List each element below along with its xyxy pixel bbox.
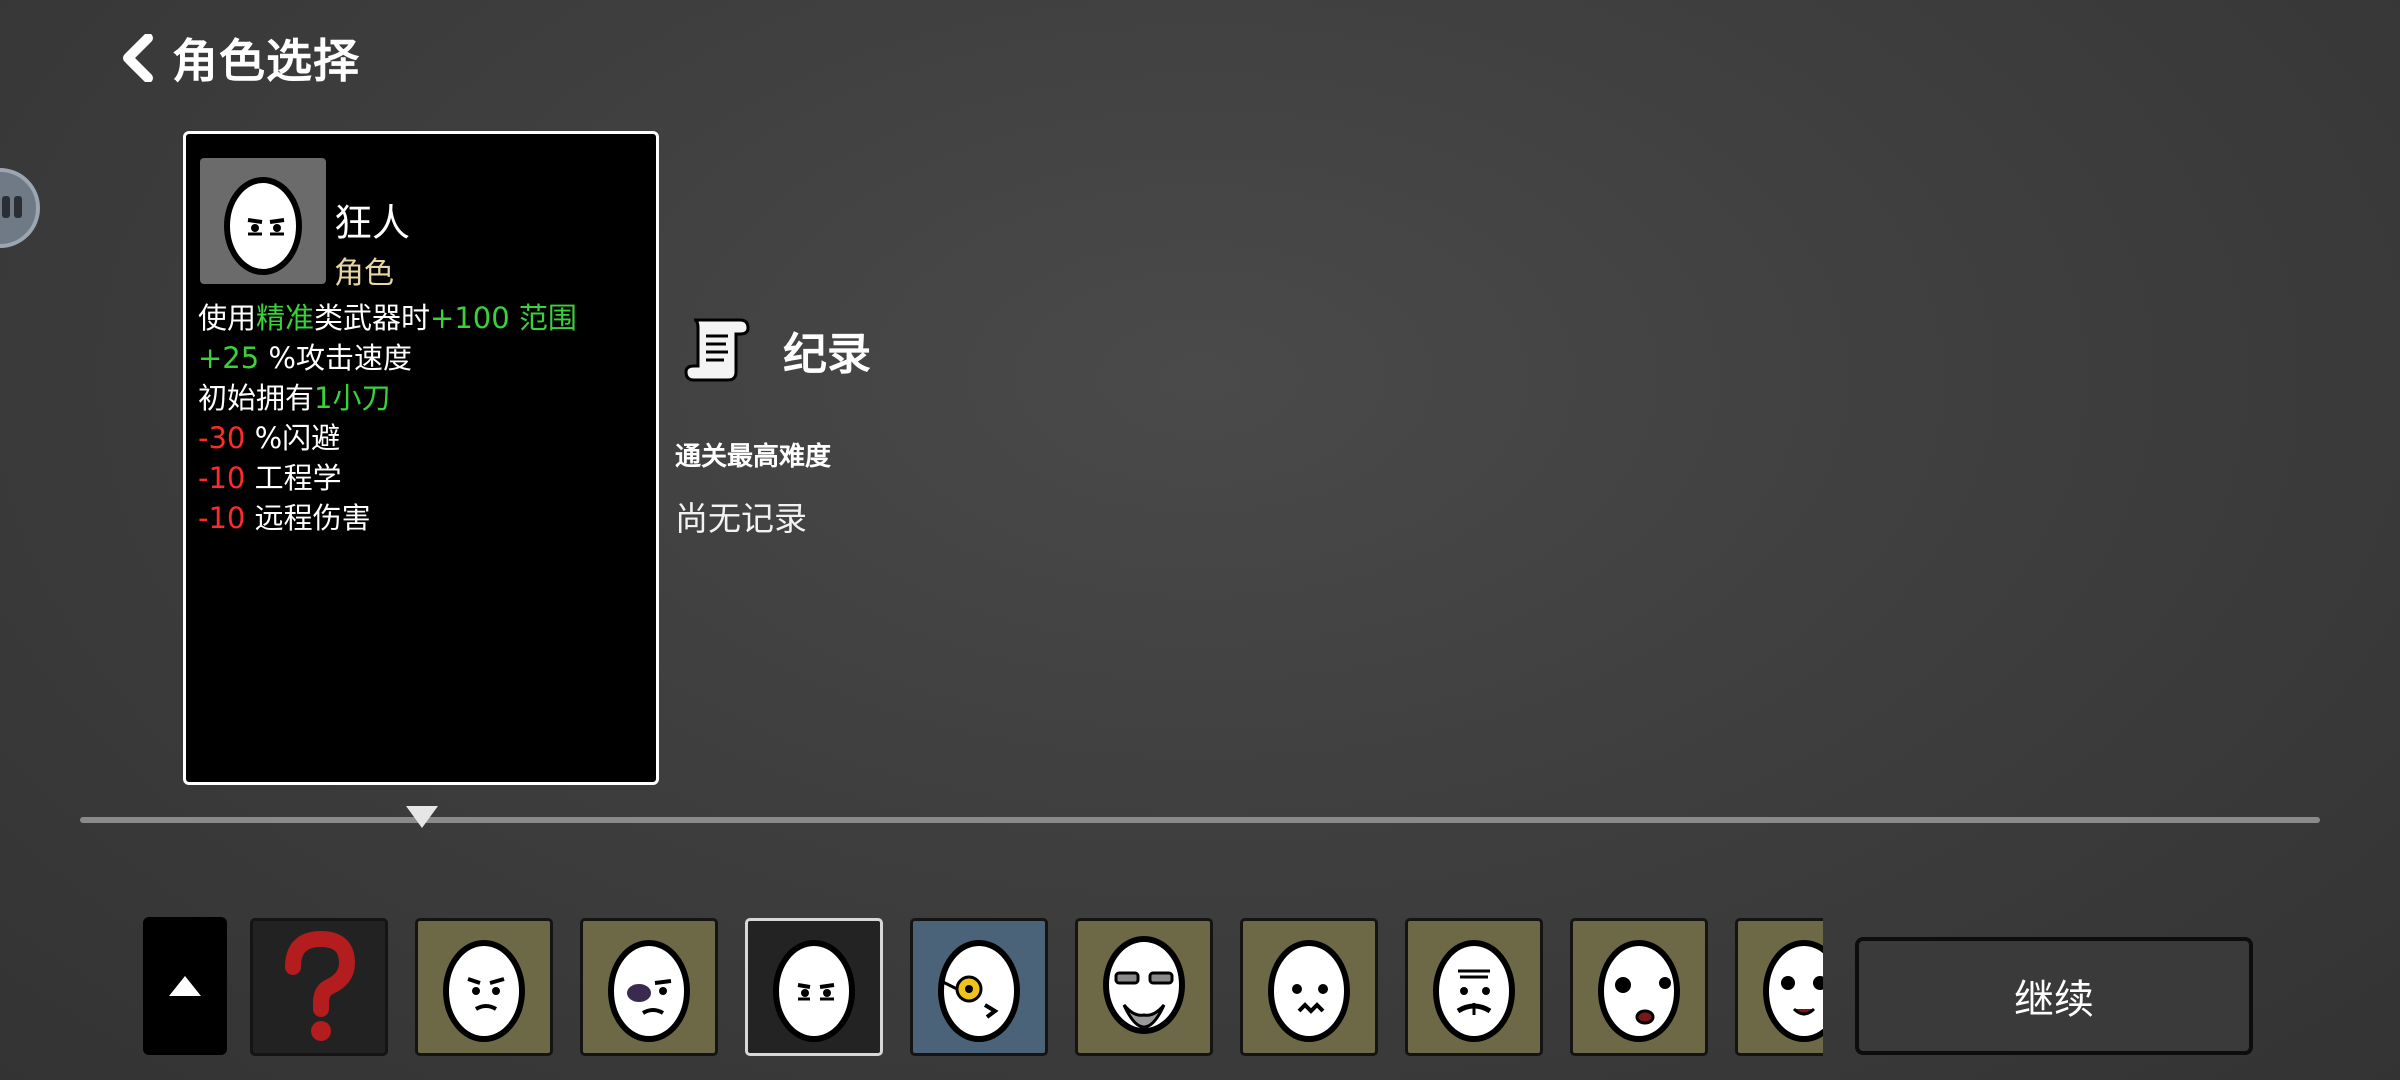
stat-text: 类武器时 [314,301,431,335]
character-detail-card: 狂人 角色 使用精准类武器时+100 范围 +25 %攻击速度 初始拥有1小刀 … [183,131,659,785]
madman-egg-icon [224,177,302,275]
stat-line: -30 %闪避 [198,418,577,458]
continue-button[interactable]: 继续 [1855,937,2253,1055]
character-portrait [200,158,326,284]
floating-menu-handle[interactable] [0,166,42,250]
scroll-icon [680,310,756,390]
character-slot-random[interactable] [250,918,388,1056]
stat-text: 工程学 [245,461,342,495]
stat-line: +25 %攻击速度 [198,338,577,378]
stat-line: -10 工程学 [198,458,577,498]
records-subtitle: 通关最高难度 [675,442,832,472]
chevron-left-icon [118,34,158,82]
character-slot[interactable] [1405,918,1543,1056]
back-button[interactable]: 角色选择 [118,22,360,94]
stat-text: 初始拥有 [198,381,315,415]
stat-text: 精准 [256,301,315,335]
records-title: 纪录 [783,329,871,380]
character-name: 狂人 [334,201,411,245]
stat-text: +25 [198,341,260,375]
stat-line: -10 远程伤害 [198,498,577,538]
question-mark-icon [285,930,356,1041]
stat-text: -10 [198,501,246,535]
partial-egg-icon [1763,940,1823,1042]
grumpy-egg-icon [443,940,525,1042]
character-slot[interactable] [1240,918,1378,1056]
character-stats: 使用精准类武器时+100 范围 +25 %攻击速度 初始拥有1小刀 -30 %闪… [198,298,577,538]
stat-text: %闪避 [245,421,341,455]
character-slot[interactable] [1075,918,1213,1056]
character-slot[interactable] [1735,918,1823,1056]
wide-eyed-egg-icon [1598,940,1680,1042]
stat-text: -30 [198,421,246,455]
selection-marker-icon [404,804,440,834]
character-slot-partial[interactable] [1735,910,1823,1070]
stat-text: 使用 [198,301,257,335]
stat-text: 远程伤害 [245,501,371,535]
mustache-egg-icon [1433,940,1515,1042]
stat-line: 使用精准类武器时+100 范围 [198,298,577,338]
surprised-egg-icon [1268,940,1350,1042]
stat-text: -10 [198,461,246,495]
stat-text: %攻击速度 [259,341,412,375]
monocle-egg-icon [938,940,1020,1042]
triangle-up-icon [169,976,201,996]
stat-text: +100 范围 [430,301,577,335]
bruised-egg-icon [608,940,690,1042]
bearded-egg-icon [1103,936,1185,1034]
character-slot[interactable] [1570,918,1708,1056]
page-title: 角色选择 [172,34,360,88]
character-slot[interactable] [910,918,1048,1056]
character-slot[interactable] [415,918,553,1056]
character-type: 角色 [334,256,394,291]
expand-roster-button[interactable] [143,917,227,1055]
character-slot-selected[interactable] [745,918,883,1056]
records-value: 尚无记录 [675,499,807,538]
madman-egg-icon [773,940,855,1042]
stat-text: 1小刀 [314,381,391,415]
character-slot[interactable] [580,918,718,1056]
stat-line: 初始拥有1小刀 [198,378,577,418]
